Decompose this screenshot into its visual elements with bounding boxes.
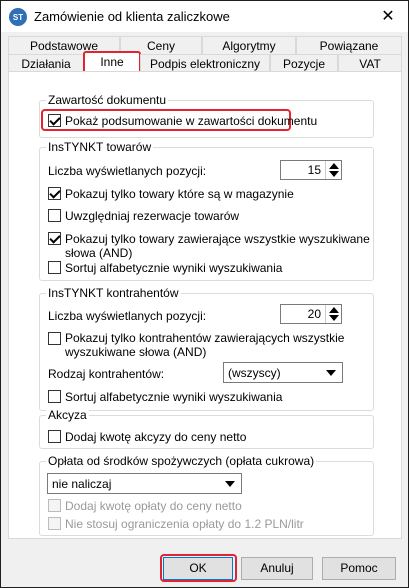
excise-add-label: Dodaj kwotę akcyzy do ceny netto xyxy=(65,430,247,444)
group-title: Zawartość dokumentu xyxy=(46,93,169,107)
contractors-and-label: Pokazuj tylko kontrahentów zawierających… xyxy=(65,331,345,345)
sugar-fee-add-label: Dodaj kwotę opłaty do ceny netto xyxy=(65,499,242,513)
spin-up-icon[interactable] xyxy=(329,307,339,313)
contractors-count-label: Liczba wyświetlanych pozycji: xyxy=(48,309,207,323)
tab-label: Podpis elektroniczny xyxy=(149,57,261,71)
goods-in-stock-label: Pokazuj tylko towary które są w magazyni… xyxy=(65,187,294,201)
goods-reservations-label: Uwzględniaj rezerwacje towarów xyxy=(65,209,240,223)
group-title: InsTYNKT kontrahentów xyxy=(46,286,181,300)
ok-button[interactable]: OK xyxy=(163,557,233,580)
spin-down-icon[interactable] xyxy=(329,315,339,321)
window-title: Zamówienie od klienta zaliczkowe xyxy=(34,9,230,24)
contractors-and-label-2: wyszukiwane słowa (AND) xyxy=(65,345,207,359)
spinner-arrows[interactable] xyxy=(325,161,341,179)
chevron-down-icon xyxy=(225,481,235,487)
show-summary-checkbox[interactable] xyxy=(48,114,61,127)
app-icon: ST xyxy=(9,8,27,26)
group-title: Opłata od środków spożywczych (opłata cu… xyxy=(46,454,317,468)
goods-sort-label: Sortuj alfabetycznie wyniki wyszukiwania xyxy=(65,261,283,275)
contractors-type-select[interactable]: (wszyscy) xyxy=(223,362,343,383)
sugar-fee-mode-value: nie naliczaj xyxy=(52,477,112,491)
tab-label: Algorytmy xyxy=(222,39,276,53)
contractors-and-checkbox[interactable] xyxy=(48,332,61,345)
sugar-fee-mode-select[interactable]: nie naliczaj xyxy=(47,473,242,494)
title-bar: ST Zamówienie od klienta zaliczkowe ✕ xyxy=(1,1,408,32)
sugar-fee-add-checkbox[interactable] xyxy=(48,499,61,512)
spin-down-icon[interactable] xyxy=(329,171,339,177)
tab-label: Powiązane xyxy=(319,39,379,53)
goods-and-checkbox[interactable] xyxy=(48,232,61,245)
contractors-type-value: (wszyscy) xyxy=(228,366,281,380)
help-button[interactable]: Pomoc xyxy=(322,557,396,580)
contractors-count-value: 20 xyxy=(307,307,321,321)
tab-label: Działania xyxy=(21,57,71,71)
group-title: Akcyza xyxy=(46,408,89,422)
goods-reservations-checkbox[interactable] xyxy=(48,209,61,222)
app-icon-text: ST xyxy=(12,12,24,22)
tab-label: Ceny xyxy=(146,39,175,53)
contractors-count-spinner[interactable]: 20 xyxy=(280,304,342,324)
goods-sort-checkbox[interactable] xyxy=(48,261,61,274)
excise-add-checkbox[interactable] xyxy=(48,430,61,443)
tab-label: VAT xyxy=(359,57,381,71)
sugar-fee-nolimit-label: Nie stosuj ograniczenia opłaty do 1.2 PL… xyxy=(65,517,304,531)
chevron-down-icon xyxy=(326,370,336,376)
close-icon[interactable]: ✕ xyxy=(378,7,398,27)
contractors-sort-label: Sortuj alfabetycznie wyniki wyszukiwania xyxy=(65,390,283,404)
tab-algorytmy[interactable]: Algorytmy xyxy=(202,36,296,55)
goods-count-value: 15 xyxy=(307,163,321,177)
contractors-sort-checkbox[interactable] xyxy=(48,390,61,403)
contractors-type-label: Rodzaj kontrahentów: xyxy=(48,367,165,381)
goods-and-label: Pokazuj tylko towary zawierające wszystk… xyxy=(65,232,370,246)
show-summary-label: Pokaż podsumowanie w zawartości dokument… xyxy=(65,114,318,128)
dialog-window: ST Zamówienie od klienta zaliczkowe ✕ Po… xyxy=(0,0,409,588)
goods-in-stock-checkbox[interactable] xyxy=(48,187,61,200)
group-title: InsTYNKT towarów xyxy=(46,140,154,154)
goods-count-label: Liczba wyświetlanych pozycji: xyxy=(48,164,207,178)
cancel-button[interactable]: Anuluj xyxy=(241,557,313,580)
goods-count-spinner[interactable]: 15 xyxy=(280,160,342,180)
sugar-fee-nolimit-checkbox[interactable] xyxy=(48,517,61,530)
tab-label: Pozycje xyxy=(282,57,326,71)
tab-powiazane[interactable]: Powiązane xyxy=(296,36,402,55)
goods-and-label-2: słowa (AND) xyxy=(65,246,133,260)
spin-up-icon[interactable] xyxy=(329,163,339,169)
spinner-arrows[interactable] xyxy=(325,305,341,323)
